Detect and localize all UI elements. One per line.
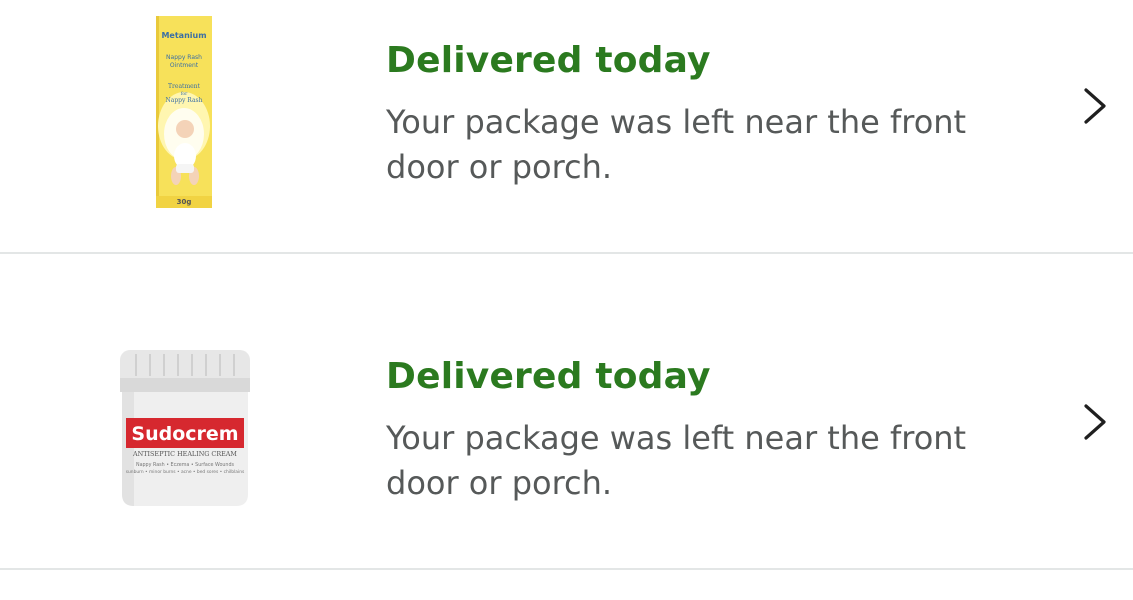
metanium-treatment-line1: Treatment <box>168 83 201 90</box>
order-row[interactable]: Metanium Nappy Rash Ointment Treatment f… <box>0 0 1133 252</box>
metanium-ointment-product-image: Metanium Nappy Rash Ointment Treatment f… <box>156 16 212 208</box>
chevron-right-icon[interactable] <box>1078 402 1114 442</box>
delivery-detail: Your package was left near the front doo… <box>386 419 967 502</box>
metanium-treatment-line3: Nappy Rash <box>166 97 203 104</box>
row-divider <box>0 252 1133 254</box>
sudocrem-uses-line2: sunburn • minor burns • acne • bed sores… <box>126 469 245 475</box>
metanium-name-line2: Ointment <box>170 62 199 69</box>
sudocrem-uses-line1: Nappy Rash • Eczema • Surface Wounds <box>136 462 235 468</box>
delivery-status: Delivered today <box>386 40 711 81</box>
metanium-name-line1: Nappy Rash <box>166 54 202 61</box>
row-divider <box>0 568 1133 570</box>
metanium-weight-text: 30g <box>177 198 192 206</box>
sudocrem-brand-text: Sudocrem <box>131 423 238 445</box>
sudocrem-subtitle-text: ANTISEPTIC HEALING CREAM <box>132 450 237 458</box>
metanium-brand-text: Metanium <box>161 31 206 40</box>
order-row[interactable]: Sudocrem ANTISEPTIC HEALING CREAM Nappy … <box>0 316 1133 568</box>
chevron-right-icon[interactable] <box>1078 86 1114 126</box>
delivery-detail: Your package was left near the front doo… <box>386 103 967 186</box>
sudocrem-tub-product-image: Sudocrem ANTISEPTIC HEALING CREAM Nappy … <box>120 350 250 506</box>
delivery-status: Delivered today <box>386 356 711 397</box>
